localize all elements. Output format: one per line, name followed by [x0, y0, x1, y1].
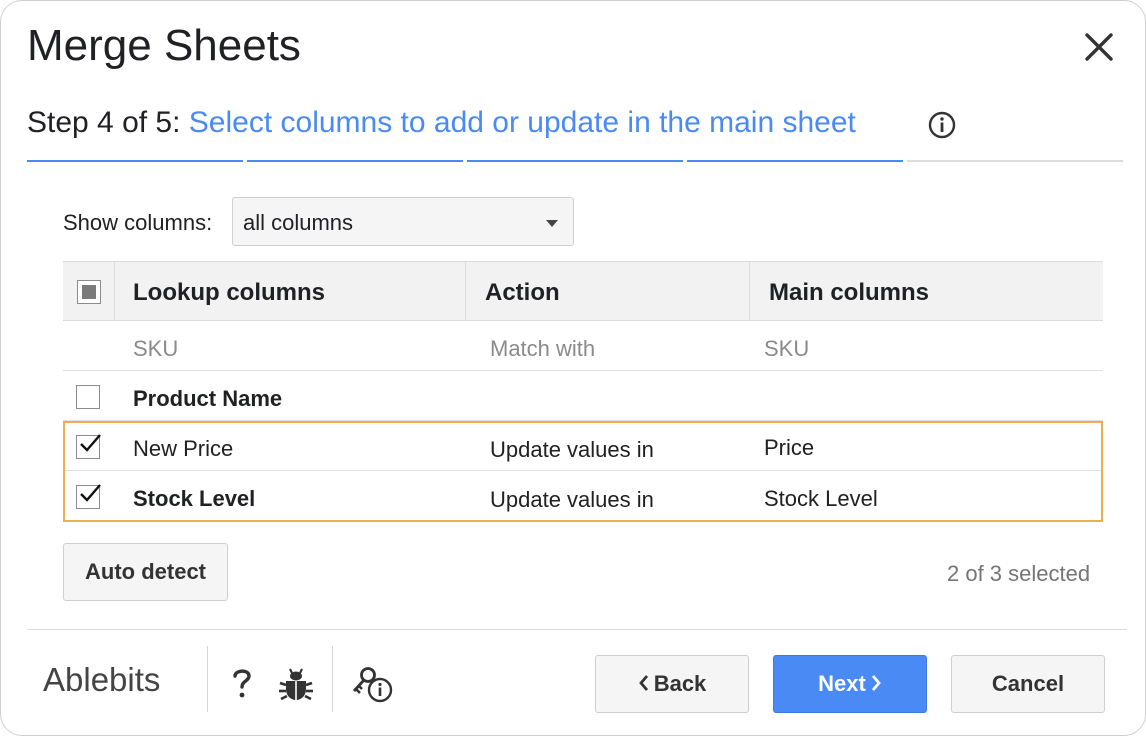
step-label: Step 4 of 5: — [27, 106, 181, 139]
close-icon[interactable] — [1079, 27, 1119, 67]
step-description: Select columns to add or update in the m… — [188, 106, 856, 139]
checkmark-icon — [80, 484, 101, 502]
main-column-cell[interactable]: Stock Level — [764, 486, 878, 512]
chevron-right-icon — [871, 675, 881, 691]
step-heading: Step 4 of 5: Select columns to add or up… — [27, 106, 856, 140]
table-row: Product Name — [63, 371, 1103, 421]
bug-icon[interactable] — [277, 665, 315, 703]
key-lookup-cell: SKU — [133, 336, 179, 361]
footer-divider — [27, 629, 1127, 630]
checkmark-icon — [80, 434, 101, 452]
footer-separator — [207, 646, 208, 712]
row-checkbox[interactable] — [76, 434, 101, 459]
step-progress-2 — [247, 160, 463, 162]
lookup-column-cell: New Price — [133, 436, 234, 461]
key-action-cell: Match with — [490, 336, 596, 361]
selection-count: 2 of 3 selected — [947, 561, 1091, 586]
cancel-button[interactable]: Cancel — [951, 655, 1105, 713]
show-columns-label: Show columns: — [63, 210, 213, 235]
table-header: Lookup columns Action Main columns — [63, 261, 1103, 321]
back-button[interactable]: Back — [595, 655, 749, 713]
footer-separator — [332, 646, 333, 712]
key-info-icon[interactable] — [349, 663, 395, 705]
step-progress-4 — [687, 160, 903, 162]
table-row-key: SKU Match with SKU — [63, 321, 1103, 371]
show-columns-select[interactable]: all columns — [232, 197, 574, 246]
header-action: Action — [485, 279, 560, 306]
lookup-column-cell: Product Name — [133, 386, 283, 411]
auto-detect-button[interactable]: Auto detect — [63, 543, 228, 601]
merge-sheets-dialog: Merge Sheets Step 4 of 5: Select columns… — [0, 0, 1146, 736]
step-progress-5 — [907, 160, 1123, 162]
lookup-column-cell: Stock Level — [133, 486, 256, 511]
show-columns-value: all columns — [243, 210, 354, 235]
info-icon[interactable] — [927, 110, 957, 140]
header-divider — [114, 262, 115, 321]
header-divider — [465, 262, 466, 321]
header-main-columns: Main columns — [769, 279, 930, 306]
chevron-left-icon — [638, 675, 648, 691]
next-button[interactable]: Next — [773, 655, 927, 713]
table-row: New Price Update values in Price — [63, 421, 1103, 471]
action-cell[interactable]: Update values in — [490, 437, 654, 463]
select-all-checkbox[interactable] — [77, 280, 101, 304]
key-main-cell: SKU — [764, 336, 810, 361]
next-label: Next — [818, 671, 866, 696]
question-mark-icon[interactable] — [227, 665, 257, 701]
step-progress-1 — [27, 160, 243, 162]
dialog-title: Merge Sheets — [27, 21, 301, 70]
back-label: Back — [653, 671, 707, 696]
chevron-down-icon — [546, 220, 558, 227]
ablebits-logo[interactable]: Ablebits — [43, 661, 160, 699]
action-cell[interactable]: Update values in — [490, 487, 654, 513]
row-checkbox[interactable] — [76, 385, 100, 409]
main-column-cell[interactable]: Price — [764, 435, 814, 461]
header-lookup-columns: Lookup columns — [133, 279, 325, 306]
step-progress-3 — [467, 160, 683, 162]
row-checkbox[interactable] — [76, 484, 101, 509]
table-row: Stock Level Update values in Stock Level — [63, 471, 1103, 521]
header-divider — [749, 262, 750, 321]
